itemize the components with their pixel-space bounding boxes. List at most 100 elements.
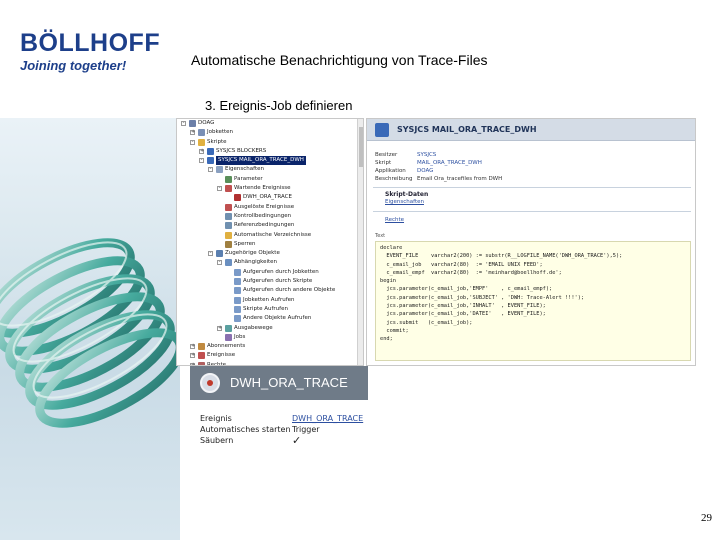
tree-item-label: Ausgabewege bbox=[234, 324, 273, 331]
condition-icon bbox=[225, 222, 232, 230]
logo-name: BÖLLHOFF bbox=[20, 29, 161, 57]
lock-icon bbox=[225, 240, 232, 248]
tree-item[interactable]: Andere Objekte Aufrufen bbox=[177, 314, 363, 323]
tree-item[interactable]: + Ereignisse bbox=[177, 351, 363, 360]
job-icon bbox=[225, 333, 232, 341]
folder-icon bbox=[198, 138, 205, 146]
script-icon bbox=[207, 147, 214, 155]
tree-item[interactable]: + SYSJCS BLOCKERS bbox=[177, 147, 363, 156]
link-icon bbox=[234, 305, 241, 313]
tree-item[interactable]: Parameter bbox=[177, 175, 363, 184]
tree-item[interactable]: Kontrollbedingungen bbox=[177, 212, 363, 221]
tree-item[interactable]: + Jobketten bbox=[177, 128, 363, 137]
expand-icon[interactable]: + bbox=[190, 353, 195, 359]
expand-icon[interactable]: + bbox=[190, 344, 195, 350]
collapse-icon[interactable]: - bbox=[208, 167, 213, 173]
job-row-key: Automatisches starten bbox=[200, 425, 291, 434]
event-job-details: Ereignis DWH_ORA_TRACE Automatisches sta… bbox=[190, 400, 368, 540]
tree-item[interactable]: - Zugehörige Objekte bbox=[177, 249, 363, 258]
tree-item-label: Zugehörige Objekte bbox=[225, 250, 280, 257]
tree-item-label: Abhängigkeiten bbox=[234, 259, 278, 266]
expand-icon[interactable]: + bbox=[190, 130, 195, 136]
tree-item[interactable]: Automatische Verzeichnisse bbox=[177, 231, 363, 240]
event-link[interactable]: DWH_ORA_TRACE bbox=[292, 414, 363, 424]
code-line: begin bbox=[380, 278, 396, 285]
property-key: Skript bbox=[375, 160, 392, 166]
property-row: Skript MAIL_ORA_TRACE_DWH bbox=[375, 159, 502, 167]
property-value[interactable]: SYSJCS bbox=[417, 151, 436, 159]
tree-scrollbar[interactable] bbox=[357, 119, 363, 365]
collapse-icon[interactable]: - bbox=[217, 260, 222, 266]
job-row-key: Säubern bbox=[200, 436, 234, 445]
code-line: commit; bbox=[380, 327, 409, 334]
tree-item[interactable]: - Abhängigkeiten bbox=[177, 258, 363, 267]
chain-icon bbox=[198, 129, 205, 137]
link-icon bbox=[234, 278, 241, 286]
properties-link[interactable]: Eigenschaften bbox=[385, 199, 424, 205]
script-icon bbox=[375, 123, 389, 137]
event-item-icon bbox=[234, 194, 241, 202]
code-line: declare bbox=[380, 245, 403, 251]
script-code-editor[interactable]: declare EVENT_FILE varchar2(200) := subs… bbox=[375, 241, 691, 361]
tree-item-label: Wartende Ereignisse bbox=[234, 185, 291, 192]
related-icon bbox=[216, 250, 223, 258]
step-heading: 3. Ereignis-Job definieren bbox=[205, 98, 353, 113]
property-value[interactable]: MAIL_ORA_TRACE_DWH bbox=[417, 159, 482, 167]
tree-item[interactable]: Sperren bbox=[177, 240, 363, 249]
event-icon bbox=[225, 203, 232, 211]
code-line: jcs.parameter(c_email_job,'EMPF' , c_ema… bbox=[380, 286, 553, 293]
tree-item[interactable]: - Eigenschaften bbox=[177, 165, 363, 174]
collapse-icon[interactable]: - bbox=[190, 139, 195, 145]
script-title: SYSJCS MAIL_ORA_TRACE_DWH bbox=[397, 125, 537, 134]
tree-item[interactable]: - SYSJCS MAIL_ORA_TRACE_DWH bbox=[177, 156, 363, 166]
tree-item-label: Parameter bbox=[234, 175, 263, 182]
tree-item[interactable]: Referenzbedingungen bbox=[177, 221, 363, 230]
slide-title: Automatische Benachrichtigung von Trace-… bbox=[191, 52, 488, 68]
tree-item-label: Aufgerufen durch andere Objekte bbox=[243, 287, 336, 294]
script-properties: Besitzer SYSJCS Skript MAIL_ORA_TRACE_DWH … bbox=[375, 151, 502, 183]
tree-item[interactable]: Skripte Aufrufen bbox=[177, 305, 363, 314]
tree-item-label: Sperren bbox=[234, 240, 256, 247]
tree-item-label: Aufgerufen durch Skripte bbox=[243, 278, 313, 285]
tree-item[interactable]: Jobs bbox=[177, 333, 363, 342]
tree-item[interactable]: + Abonnements bbox=[177, 342, 363, 351]
tree-item[interactable]: + Ausgabewege bbox=[177, 324, 363, 333]
subscription-icon bbox=[198, 343, 205, 351]
tree-item[interactable]: - Wartende Ereignisse bbox=[177, 184, 363, 193]
object-tree[interactable]: - DOAG + Jobketten - Skripte + SYSJCS BLOCKERS -… bbox=[176, 118, 364, 366]
collapse-icon[interactable]: - bbox=[217, 186, 222, 192]
job-row-cleanup: Säubern ✓ bbox=[200, 434, 370, 447]
code-line: jcs.parameter(c_email_job,'INHALT' , EVE… bbox=[380, 303, 546, 310]
tree-item-label: Ausgelöste Ereignisse bbox=[234, 203, 295, 210]
properties-icon bbox=[216, 166, 223, 174]
tree-item-label: Jobketten bbox=[207, 129, 234, 136]
tree-item[interactable]: Jobketten Aufrufen bbox=[177, 296, 363, 305]
event-icon bbox=[200, 373, 220, 393]
tree-item-label: Jobketten Aufrufen bbox=[243, 296, 295, 303]
tree-item-label: Skripte bbox=[207, 138, 227, 145]
expand-icon[interactable]: + bbox=[199, 148, 204, 154]
scrollbar-thumb[interactable] bbox=[359, 127, 363, 167]
folder-icon bbox=[225, 231, 232, 239]
tree-item[interactable]: - DOAG bbox=[177, 119, 363, 128]
tree-item[interactable]: DWH_ORA_TRACE bbox=[177, 193, 363, 202]
tree-item[interactable]: - Skripte bbox=[177, 138, 363, 147]
collapse-icon[interactable]: - bbox=[208, 251, 213, 257]
tree-item[interactable]: Ausgelöste Ereignisse bbox=[177, 203, 363, 212]
link-icon bbox=[234, 287, 241, 295]
parameter-icon bbox=[225, 175, 232, 183]
property-value[interactable]: DOAG bbox=[417, 167, 433, 175]
tree-item[interactable]: Aufgerufen durch Jobketten bbox=[177, 268, 363, 277]
tree-item-label: Skripte Aufrufen bbox=[243, 305, 288, 312]
collapse-icon[interactable]: - bbox=[199, 158, 204, 164]
tree-item[interactable]: Aufgerufen durch Skripte bbox=[177, 277, 363, 286]
tree-item[interactable]: Aufgerufen durch andere Objekte bbox=[177, 286, 363, 295]
job-row-event: Ereignis DWH_ORA_TRACE bbox=[200, 414, 370, 424]
rights-link[interactable]: Rechte bbox=[385, 217, 404, 223]
link-icon bbox=[234, 296, 241, 304]
collapse-icon[interactable]: - bbox=[181, 121, 186, 126]
tree-item-label: Aufgerufen durch Jobketten bbox=[243, 268, 319, 275]
expand-icon[interactable]: + bbox=[217, 325, 222, 331]
checkmark-icon: ✓ bbox=[292, 434, 302, 447]
link-icon bbox=[234, 268, 241, 276]
